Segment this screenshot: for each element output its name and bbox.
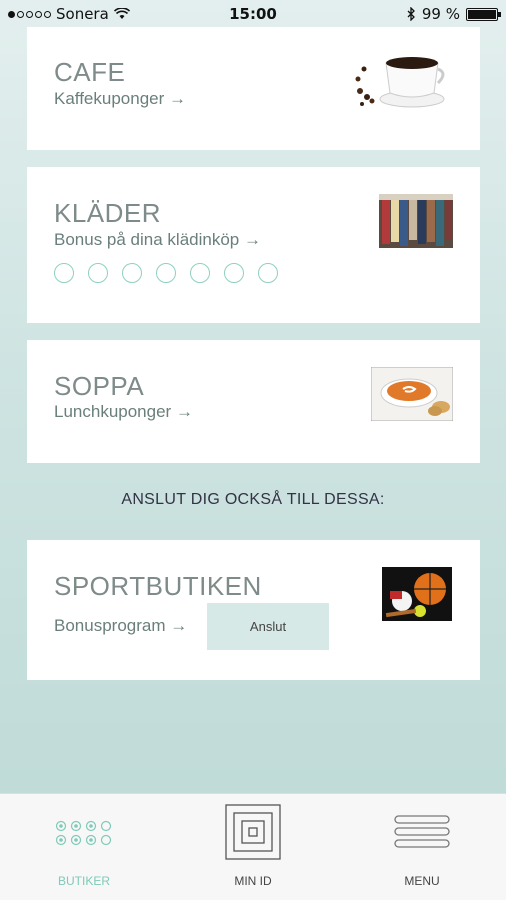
tab-menu[interactable]: MENU <box>338 794 506 900</box>
qr-id-icon <box>225 804 281 860</box>
arrow-right-icon: → <box>169 89 187 108</box>
hamburger-menu-icon <box>394 815 450 848</box>
stamp-circle <box>122 263 142 283</box>
card-title: KLÄDER <box>54 198 162 228</box>
tab-min-id[interactable]: MIN ID <box>169 794 337 900</box>
tab-label: MIN ID <box>234 874 272 888</box>
tab-butiker[interactable]: BUTIKER <box>0 794 168 900</box>
card-subtitle-link[interactable]: Kaffekuponger → <box>54 89 186 109</box>
stamp-circle <box>54 263 74 283</box>
soup-bowl-image <box>371 367 453 421</box>
card-subtitle: Bonus på dina klädinköp <box>54 230 240 249</box>
status-right: 99 % <box>407 5 501 23</box>
arrow-right-icon: → <box>170 616 188 635</box>
tab-bar: BUTIKER MIN ID MENU <box>0 793 506 900</box>
card-subtitle-link[interactable]: Bonusprogram → <box>54 616 187 636</box>
offer-card-sportbutiken[interactable]: SPORTBUTIKEN Bonusprogram → Anslut <box>27 540 480 680</box>
arrow-right-icon: → <box>243 230 261 249</box>
card-title: SOPPA <box>54 371 145 401</box>
card-subtitle: Bonusprogram <box>54 616 166 635</box>
status-bar: Sonera 15:00 99 % <box>0 0 506 28</box>
stamp-circle <box>156 263 176 283</box>
tab-label: BUTIKER <box>57 874 110 888</box>
card-subtitle-link[interactable]: Lunchkuponger → <box>54 402 193 422</box>
coffee-cup-image <box>355 57 445 108</box>
stamp-circle <box>88 263 108 283</box>
card-title: SPORTBUTIKEN <box>54 571 262 601</box>
tab-label: MENU <box>404 874 440 888</box>
store-card-cafe[interactable]: CAFE Kaffekuponger → <box>27 27 480 150</box>
join-button[interactable]: Anslut <box>207 603 329 650</box>
section-heading: ANSLUT DIG OCKSÅ TILL DESSA: <box>121 491 385 508</box>
store-card-soppa[interactable]: SOPPA Lunchkuponger → <box>27 340 480 463</box>
battery-percent: 99 % <box>421 5 460 23</box>
stamp-circle <box>224 263 244 283</box>
store-card-klader[interactable]: KLÄDER Bonus på dina klädinköp → <box>27 167 480 323</box>
battery-icon <box>466 7 501 21</box>
stores-grid-icon <box>55 820 112 846</box>
stamp-circle <box>258 263 278 283</box>
card-subtitle-link[interactable]: Bonus på dina klädinköp → <box>54 230 261 250</box>
card-subtitle: Kaffekuponger <box>54 89 165 108</box>
bluetooth-icon <box>407 7 415 21</box>
card-title: CAFE <box>54 57 126 87</box>
sports-balls-image <box>382 567 452 621</box>
stamp-progress <box>54 263 278 283</box>
arrow-right-icon: → <box>175 402 193 421</box>
card-subtitle: Lunchkuponger <box>54 402 172 421</box>
clothes-rack-image <box>379 194 453 248</box>
stamp-circle <box>190 263 210 283</box>
